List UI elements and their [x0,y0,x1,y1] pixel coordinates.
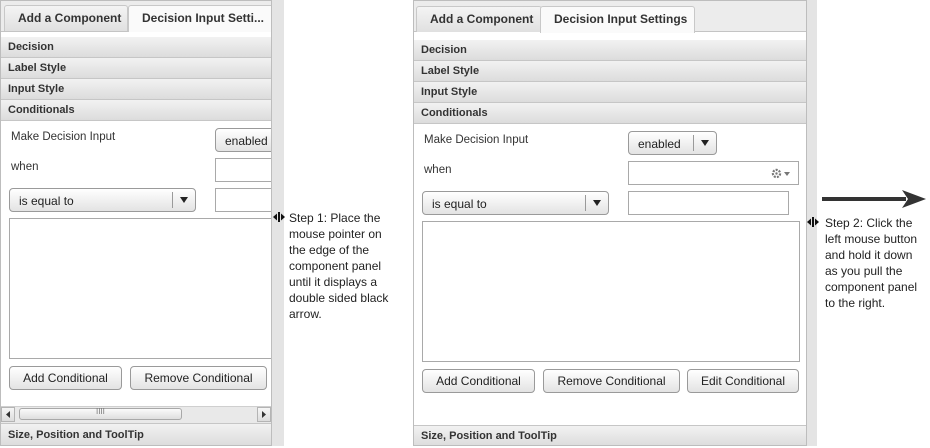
operator-dropdown-value: is equal to [19,194,74,208]
tab-bar: Add a Component Decision Input Setti... [1,1,271,32]
step1-line: double sided black [289,291,389,305]
chevron-down-icon [693,135,716,151]
tab-decision-input-settings[interactable]: Decision Input Setti... [128,5,271,32]
make-decision-input-label: Make Decision Input [11,131,116,143]
when-field[interactable] [628,161,799,185]
step1-line: component panel [289,259,382,273]
tab-bar: Add a Component Decision Input Settings [414,1,806,33]
section-conditionals[interactable]: Conditionals [414,103,806,124]
section-decision[interactable]: Decision [414,40,806,61]
step1-line: arrow. [289,307,322,321]
chevron-down-icon [172,192,195,208]
tab-decision-input-settings[interactable]: Decision Input Settings [540,6,695,33]
step1-line: until it displays a [289,275,378,289]
section-label-style[interactable]: Label Style [1,58,271,79]
operator-dropdown-value: is equal to [432,197,487,211]
component-panel-left: Add a Component Decision Input Setti... … [0,0,272,446]
panel-resize-edge-left[interactable] [272,0,284,446]
section-input-style[interactable]: Input Style [1,79,271,100]
scrollbar-thumb[interactable]: IIII [19,407,182,420]
scroll-left-icon[interactable] [1,407,15,422]
scrollbar-grip: IIII [96,407,105,416]
remove-conditional-button[interactable]: Remove Conditional [130,366,267,390]
step2-line: Step 2: Click the [825,216,913,230]
when-label: when [11,161,39,173]
section-input-style[interactable]: Input Style [414,82,806,103]
step2-line: component panel [825,280,918,294]
enabled-dropdown-value: enabled [225,134,268,148]
step1-instructions: Step 1: Place the mouse pointer on the e… [289,210,388,322]
edit-conditional-button[interactable]: Edit Conditional [687,369,799,393]
enabled-dropdown-value: enabled [638,137,681,151]
make-decision-input-label: Make Decision Input [424,134,529,146]
resize-horizontal-cursor-icon [807,217,819,227]
add-conditional-button[interactable]: Add Conditional [9,366,122,390]
right-arrow-icon [822,190,926,208]
remove-conditional-button[interactable]: Remove Conditional [543,369,680,393]
operator-dropdown[interactable]: is equal to [422,191,609,215]
section-size-position-tooltip[interactable]: Size, Position and ToolTip [1,423,271,445]
step1-line: the edge of the [289,243,370,257]
tab-add-component[interactable]: Add a Component [4,5,128,31]
chevron-down-icon [585,195,608,211]
tab-add-component[interactable]: Add a Component [416,6,542,32]
operator-dropdown[interactable]: is equal to [9,188,196,212]
step2-line: left mouse button [825,232,918,246]
step2-line: to the right. [825,296,886,310]
value-field[interactable] [628,191,789,215]
section-label-style[interactable]: Label Style [414,61,806,82]
step2-line: and hold it down [825,248,913,262]
enabled-dropdown[interactable]: enabled [628,131,717,155]
enabled-dropdown[interactable]: enabled [215,128,271,152]
section-decision[interactable]: Decision [1,37,271,58]
conditionals-list[interactable] [422,221,800,362]
step1-line: mouse pointer on [289,227,382,241]
section-size-position-tooltip[interactable]: Size, Position and ToolTip [414,425,806,445]
step2-line: as you pull the [825,264,903,278]
when-label: when [424,164,452,176]
scroll-right-icon[interactable] [257,407,271,422]
step2-instructions: Step 2: Click the left mouse button and … [825,215,917,311]
conditionals-list[interactable] [9,218,271,359]
gear-icon[interactable] [771,168,793,179]
horizontal-scrollbar[interactable]: IIII [1,406,271,424]
component-panel-right: Add a Component Decision Input Settings … [413,0,807,446]
step1-line: Step 1: Place the [289,211,381,225]
resize-horizontal-cursor-icon [273,212,285,222]
add-conditional-button[interactable]: Add Conditional [422,369,535,393]
value-field[interactable] [215,188,271,212]
section-conditionals[interactable]: Conditionals [1,100,271,121]
when-field[interactable] [215,158,271,182]
